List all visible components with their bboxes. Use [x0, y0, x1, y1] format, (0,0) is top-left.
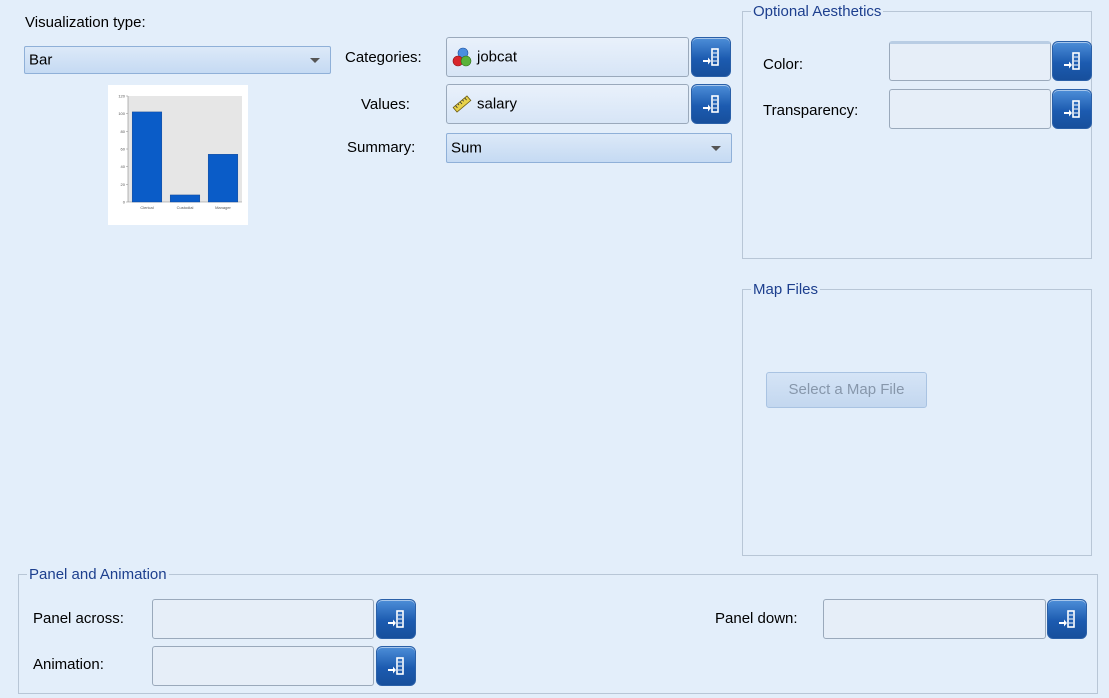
select-map-file-button[interactable]: Select a Map File	[766, 372, 927, 408]
animation-label: Animation:	[33, 656, 104, 673]
color-field[interactable]	[889, 41, 1051, 81]
panel-animation-legend: Panel and Animation	[29, 566, 167, 583]
x-tick-label: Clerical	[140, 205, 153, 210]
visualization-type-dropdown[interactable]: Bar	[24, 46, 331, 74]
move-variable-icon	[703, 48, 719, 66]
y-tick-label: 60	[121, 147, 126, 152]
categories-pick-button[interactable]	[691, 37, 731, 77]
transparency-label: Transparency:	[763, 102, 859, 119]
move-variable-icon	[1064, 100, 1080, 118]
chevron-down-icon	[310, 58, 320, 63]
values-field[interactable]: salary	[446, 84, 689, 124]
map-files-group: Map Files	[742, 281, 1092, 556]
bar-custodial	[169, 194, 201, 203]
y-tick-label: 100	[118, 111, 125, 116]
values-pick-button[interactable]	[691, 84, 731, 124]
summary-dropdown[interactable]: Sum	[446, 133, 732, 163]
panel-down-label: Panel down:	[715, 610, 798, 627]
chevron-down-icon	[711, 146, 721, 151]
transparency-field[interactable]	[889, 89, 1051, 129]
values-label: Values:	[361, 96, 410, 113]
scale-variable-icon	[452, 95, 472, 113]
move-variable-icon	[703, 95, 719, 113]
visualization-type-label: Visualization type:	[25, 14, 146, 31]
y-tick-label: 0	[123, 200, 126, 205]
animation-field[interactable]	[152, 646, 374, 686]
bar-manager	[207, 154, 239, 203]
panel-across-pick-button[interactable]	[376, 599, 416, 639]
y-tick-label: 20	[121, 182, 126, 187]
categories-value: jobcat	[477, 48, 518, 66]
move-variable-icon	[1064, 52, 1080, 70]
move-variable-icon	[388, 610, 404, 628]
categories-field[interactable]: jobcat	[446, 37, 689, 77]
move-variable-icon	[388, 657, 404, 675]
color-pick-button[interactable]	[1052, 41, 1092, 81]
chart-thumbnail: 0 20 40 60 80 100 120 Clerical Custodial Manager	[108, 85, 248, 225]
summary-value: Sum	[451, 139, 482, 157]
values-value: salary	[477, 95, 518, 113]
chart-thumbnail-svg: 0 20 40 60 80 100 120 Clerical Custodial Manager	[118, 94, 242, 210]
transparency-pick-button[interactable]	[1052, 89, 1092, 129]
map-files-legend: Map Files	[753, 281, 819, 298]
move-variable-icon	[1059, 610, 1075, 628]
summary-label: Summary:	[347, 139, 416, 156]
bar-clerical	[131, 111, 163, 203]
animation-pick-button[interactable]	[376, 646, 416, 686]
y-tick-label: 120	[118, 94, 125, 99]
y-tick-label: 80	[121, 129, 126, 134]
panel-down-field[interactable]	[823, 599, 1046, 639]
visualization-type-value: Bar	[29, 51, 53, 69]
panel-across-field[interactable]	[152, 599, 374, 639]
color-label: Color:	[763, 56, 804, 73]
categories-label: Categories:	[345, 49, 422, 66]
x-tick-label: Manager	[215, 205, 231, 210]
x-tick-label: Custodial	[177, 205, 194, 210]
panel-across-label: Panel across:	[33, 610, 124, 627]
y-tick-label: 40	[121, 164, 126, 169]
panel-down-pick-button[interactable]	[1047, 599, 1087, 639]
nominal-variable-icon	[452, 47, 472, 67]
optional-aesthetics-legend: Optional Aesthetics	[753, 3, 882, 20]
